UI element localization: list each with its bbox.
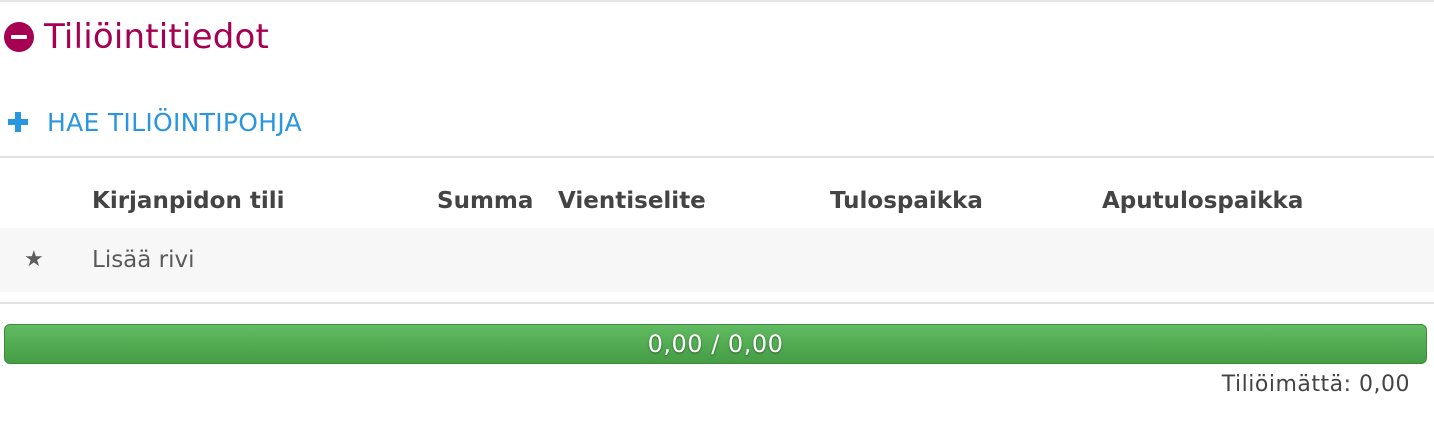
minus-circle-icon[interactable] (4, 22, 34, 52)
column-header-cost-center: Tulospaikka (830, 188, 983, 214)
progress-text: 0,00 / 0,00 (647, 330, 784, 358)
divider (0, 156, 1434, 158)
column-header-amount: Summa (437, 188, 534, 214)
plus-icon (8, 112, 28, 132)
fetch-template-button[interactable]: HAE TILIÖINTIPOHJA (8, 104, 302, 140)
column-header-account: Kirjanpidon tili (92, 188, 285, 214)
section-header-toggle[interactable]: Tiliöintitiedot (4, 14, 269, 60)
allocation-progress-bar: 0,00 / 0,00 (4, 324, 1427, 364)
section-title: Tiliöintitiedot (44, 17, 270, 57)
fetch-template-label: HAE TILIÖINTIPOHJA (47, 107, 302, 137)
unallocated-amount: Tiliöimättä: 0,00 (1221, 372, 1410, 397)
column-header-description: Vientiselite (558, 188, 706, 214)
add-row-label: Lisää rivi (92, 247, 195, 273)
divider (0, 302, 1434, 304)
column-header-sub-cost-center: Aputulospaikka (1102, 188, 1304, 214)
star-icon: ★ (24, 247, 44, 272)
top-divider (0, 0, 1434, 2)
add-row-button[interactable]: ★ Lisää rivi (0, 228, 1434, 292)
